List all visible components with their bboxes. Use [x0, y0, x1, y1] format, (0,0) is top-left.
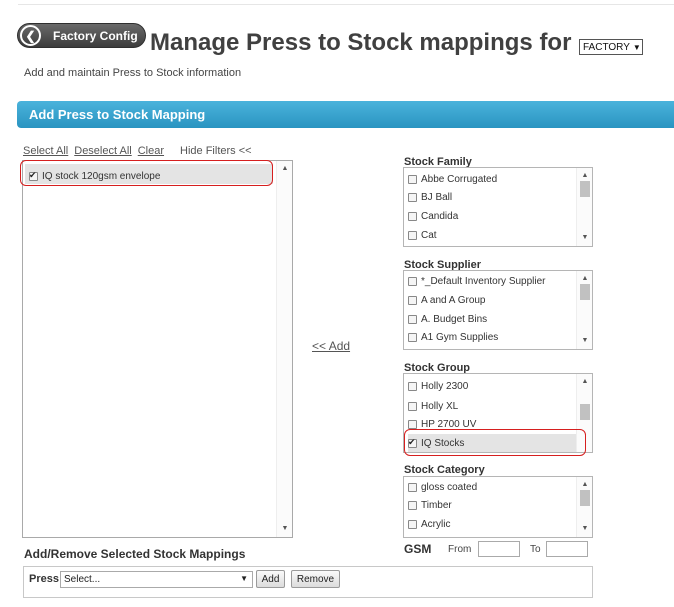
press-label: Press — [29, 573, 59, 585]
list-item[interactable]: Abbe Corrugated — [408, 171, 578, 188]
option-label: *_Default Inventory Supplier — [421, 276, 546, 287]
stock-item-highlight — [20, 160, 273, 186]
press-select[interactable]: Select... ▼ — [60, 571, 253, 588]
top-divider — [18, 4, 674, 5]
press-select-value: Select... — [64, 574, 101, 585]
list-item[interactable]: A. Budget Bins — [408, 311, 578, 328]
list-item[interactable]: Holly 2300 — [408, 378, 578, 395]
gsm-label: GSM — [404, 542, 432, 556]
gsm-to-input[interactable] — [546, 541, 588, 557]
stock-category-label: Stock Category — [404, 464, 485, 476]
option-label: Holly 2300 — [421, 381, 469, 392]
stock-group-checkbox[interactable] — [408, 420, 417, 429]
add-link[interactable]: << Add — [312, 339, 350, 353]
deselect-all-link[interactable]: Deselect All — [74, 145, 131, 157]
stock-group-checkbox[interactable] — [408, 382, 417, 391]
option-label: Acrylic — [421, 519, 451, 530]
option-label: Timber — [421, 500, 452, 511]
option-label: A1 Gym Supplies — [421, 332, 499, 343]
stock-family-checkbox[interactable] — [408, 231, 417, 240]
list-item[interactable]: Timber — [408, 497, 578, 514]
list-item[interactable]: gloss coated — [408, 479, 578, 496]
factory-select[interactable]: FACTORY ▼ — [579, 39, 643, 55]
stock-supplier-checkbox[interactable] — [408, 296, 417, 305]
stock-group-checkbox[interactable] — [408, 402, 417, 411]
option-label: Holly XL — [421, 401, 459, 412]
gsm-from-input[interactable] — [478, 541, 520, 557]
select-all-link[interactable]: Select All — [23, 145, 68, 157]
option-label: gloss coated — [421, 482, 478, 493]
clear-link[interactable]: Clear — [138, 145, 164, 157]
stock-family-checkbox[interactable] — [408, 212, 417, 221]
back-arrow-icon: ❮ — [20, 25, 41, 46]
stock-family-scrollbar[interactable]: ▲ ▼ — [576, 168, 592, 246]
factory-select-value: FACTORY — [583, 41, 630, 53]
option-label: Abbe Corrugated — [421, 174, 498, 185]
stock-supplier-list[interactable]: *_Default Inventory Supplier A and A Gro… — [403, 270, 593, 350]
add-button[interactable]: Add — [256, 570, 285, 588]
list-item[interactable]: BJ Ball — [408, 189, 578, 206]
option-label: A. Budget Bins — [421, 314, 488, 325]
stock-category-checkbox[interactable] — [408, 501, 417, 510]
scroll-up-icon[interactable]: ▲ — [277, 163, 293, 175]
stock-family-checkbox[interactable] — [408, 193, 417, 202]
scroll-up-icon[interactable]: ▲ — [577, 376, 592, 388]
stock-supplier-checkbox[interactable] — [408, 277, 417, 286]
remove-button[interactable]: Remove — [291, 570, 340, 588]
list-item[interactable]: Cat — [408, 227, 578, 244]
page-subtitle: Add and maintain Press to Stock informat… — [24, 67, 242, 79]
option-label: BJ Ball — [421, 192, 453, 203]
stock-category-list[interactable]: gloss coated Timber Acrylic ▲ ▼ — [403, 476, 593, 538]
selection-links: Select All Deselect All Clear Hide Filte… — [23, 145, 258, 157]
stock-list-scrollbar[interactable]: ▲ ▼ — [276, 161, 292, 537]
hide-filters-link[interactable]: Hide Filters << — [180, 145, 252, 157]
gsm-to-label: To — [530, 544, 541, 555]
scroll-down-icon[interactable]: ▼ — [577, 232, 592, 244]
stock-supplier-checkbox[interactable] — [408, 333, 417, 342]
stock-list[interactable]: IQ stock 120gsm envelope ▲ ▼ — [22, 160, 293, 538]
list-item[interactable]: Holly XL — [408, 398, 578, 415]
scroll-thumb[interactable] — [580, 181, 590, 197]
stock-category-scrollbar[interactable]: ▲ ▼ — [576, 477, 592, 537]
stock-supplier-scrollbar[interactable]: ▲ ▼ — [576, 271, 592, 349]
dropdown-arrow-icon: ▼ — [240, 574, 248, 583]
option-label: A and A Group — [421, 295, 486, 306]
dropdown-arrow-icon: ▼ — [632, 42, 641, 52]
list-item[interactable]: A1 Gym Supplies — [408, 329, 578, 346]
stock-supplier-checkbox[interactable] — [408, 315, 417, 324]
stock-family-list[interactable]: Abbe Corrugated BJ Ball Candida Cat ▲ ▼ — [403, 167, 593, 247]
factory-config-back-button[interactable]: ❮ Factory Config — [17, 23, 146, 48]
stock-category-checkbox[interactable] — [408, 520, 417, 529]
mappings-title: Add/Remove Selected Stock Mappings — [24, 547, 246, 561]
scroll-down-icon[interactable]: ▼ — [577, 523, 592, 535]
section-header: Add Press to Stock Mapping — [17, 101, 674, 128]
back-button-label: Factory Config — [53, 28, 138, 43]
gsm-from-label: From — [448, 544, 472, 555]
list-item[interactable]: *_Default Inventory Supplier — [408, 273, 578, 290]
scroll-down-icon[interactable]: ▼ — [577, 335, 592, 347]
option-label: Candida — [421, 211, 459, 222]
scroll-thumb[interactable] — [580, 284, 590, 300]
stock-family-checkbox[interactable] — [408, 175, 417, 184]
list-item[interactable]: A and A Group — [408, 292, 578, 309]
stock-category-checkbox[interactable] — [408, 483, 417, 492]
option-label: Cat — [421, 230, 437, 241]
list-item[interactable]: Acrylic — [408, 516, 578, 533]
scroll-thumb[interactable] — [580, 490, 590, 506]
page-title: Manage Press to Stock mappings for — [150, 29, 572, 56]
stock-group-highlight — [404, 429, 586, 456]
scroll-down-icon[interactable]: ▼ — [277, 523, 293, 535]
scroll-thumb[interactable] — [580, 404, 590, 420]
list-item[interactable]: Candida — [408, 208, 578, 225]
